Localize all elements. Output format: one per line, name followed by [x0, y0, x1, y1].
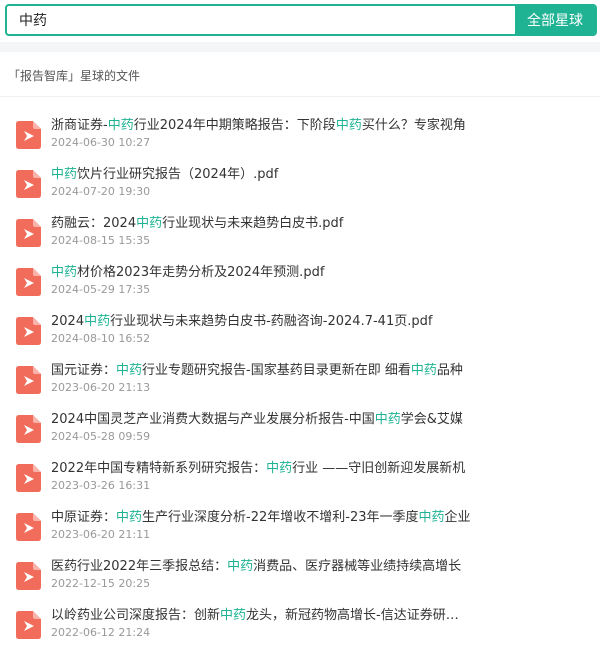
pdf-file-icon [16, 170, 41, 198]
file-date: 2024-08-10 16:52 [51, 332, 151, 345]
pdf-file-icon [16, 415, 41, 443]
file-date: 2023-06-20 21:11 [51, 528, 151, 541]
file-item[interactable]: 医药行业2022年三季报总结：中药消费品、医疗器械等业绩持续高增长 2022-12… [0, 553, 600, 602]
file-date: 2024-05-28 09:59 [51, 430, 151, 443]
file-item[interactable]: 国元证券：中药行业专题研究报告-国家基药目录更新在即 细看中药品种 2023-06… [0, 357, 600, 406]
file-title[interactable]: 药融云：2024中药行业现状与未来趋势白皮书.pdf [51, 215, 471, 233]
search-highlight: 中药 [227, 559, 254, 574]
file-item[interactable]: 中原证券：中药生产行业深度分析-22年增收不增利-23年一季度中药企业 2023-… [0, 504, 600, 553]
search-highlight: 中药 [51, 167, 78, 182]
file-item[interactable]: 2024中国灵芝产业消费大数据与产业发展分析报告-中国中药学会&艾媒 2024-0… [0, 406, 600, 455]
section-title: 「报告智库」星球的文件 [8, 69, 141, 83]
file-item[interactable]: 浙商证券-中药行业2024年中期策略报告：下阶段中药买什么？专家视角 2024-0… [0, 112, 600, 161]
file-title[interactable]: 浙商证券-中药行业2024年中期策略报告：下阶段中药买什么？专家视角 [51, 117, 471, 135]
file-title[interactable]: 国元证券：中药行业专题研究报告-国家基药目录更新在即 细看中药品种 [51, 362, 471, 380]
search-highlight: 中药 [220, 608, 247, 623]
file-title[interactable]: 医药行业2022年三季报总结：中药消费品、医疗器械等业绩持续高增长 [51, 558, 471, 576]
search-highlight: 中药 [266, 461, 293, 476]
file-date: 2023-06-20 21:13 [51, 381, 151, 394]
file-item[interactable]: 药融云：2024中药行业现状与未来趋势白皮书.pdf 2024-08-15 15:… [0, 210, 600, 259]
file-date: 2024-07-20 19:30 [51, 185, 151, 198]
file-date: 2022-12-15 20:25 [51, 577, 151, 590]
search-input[interactable] [7, 6, 515, 34]
section-divider [0, 96, 600, 97]
pdf-file-icon [16, 611, 41, 639]
file-title[interactable]: 2024中国灵芝产业消费大数据与产业发展分析报告-中国中药学会&艾媒 [51, 411, 471, 429]
search-highlight: 中药 [374, 412, 401, 427]
file-title[interactable]: 以岭药业公司深度报告：创新中药龙头，新冠药物高增长-信达证券研究所 [51, 607, 471, 625]
search-highlight: 中药 [136, 216, 163, 231]
search-bar: 全部星球 [5, 4, 597, 36]
separator-band [0, 42, 600, 52]
search-highlight: 中药 [107, 118, 134, 133]
file-item[interactable]: 中药材价格2023年走势分析及2024年预测.pdf 2024-05-29 17:… [0, 259, 600, 308]
file-title[interactable]: 中药材价格2023年走势分析及2024年预测.pdf [51, 264, 471, 282]
pdf-file-icon [16, 317, 41, 345]
pdf-file-icon [16, 219, 41, 247]
search-highlight: 中药 [51, 265, 78, 280]
file-title[interactable]: 中药饮片行业研究报告（2024年）.pdf [51, 166, 471, 184]
file-title[interactable]: 2022年中国专精特新系列研究报告：中药行业 ——守旧创新迎发展新机 [51, 460, 471, 478]
all-planets-button[interactable]: 全部星球 [515, 6, 595, 34]
file-date: 2024-05-29 17:35 [51, 283, 151, 296]
file-item[interactable]: 中药饮片行业研究报告（2024年）.pdf 2024-07-20 19:30 [0, 161, 600, 210]
file-date: 2022-06-12 21:24 [51, 626, 151, 639]
search-highlight: 中药 [418, 510, 445, 525]
file-date: 2024-06-30 10:27 [51, 136, 151, 149]
pdf-file-icon [16, 464, 41, 492]
file-item[interactable]: 2022年中国专精特新系列研究报告：中药行业 ——守旧创新迎发展新机 2023-0… [0, 455, 600, 504]
search-highlight: 中药 [410, 363, 437, 378]
file-item[interactable]: 以岭药业公司深度报告：创新中药龙头，新冠药物高增长-信达证券研究所 2022-06… [0, 602, 600, 651]
pdf-file-icon [16, 562, 41, 590]
pdf-file-icon [16, 513, 41, 541]
file-item[interactable]: 2024中药行业现状与未来趋势白皮书-药融咨询-2024.7-41页.pdf 20… [0, 308, 600, 357]
search-highlight: 中药 [116, 363, 143, 378]
pdf-file-icon [16, 366, 41, 394]
search-highlight: 中药 [84, 314, 111, 329]
file-date: 2023-03-26 16:31 [51, 479, 151, 492]
file-title[interactable]: 2024中药行业现状与未来趋势白皮书-药融咨询-2024.7-41页.pdf [51, 313, 471, 331]
file-title[interactable]: 中原证券：中药生产行业深度分析-22年增收不增利-23年一季度中药企业 [51, 509, 471, 527]
file-list: 浙商证券-中药行业2024年中期策略报告：下阶段中药买什么？专家视角 2024-0… [0, 112, 600, 651]
pdf-file-icon [16, 268, 41, 296]
file-date: 2024-08-15 15:35 [51, 234, 151, 247]
search-highlight: 中药 [116, 510, 143, 525]
search-highlight: 中药 [335, 118, 362, 133]
pdf-file-icon [16, 121, 41, 149]
